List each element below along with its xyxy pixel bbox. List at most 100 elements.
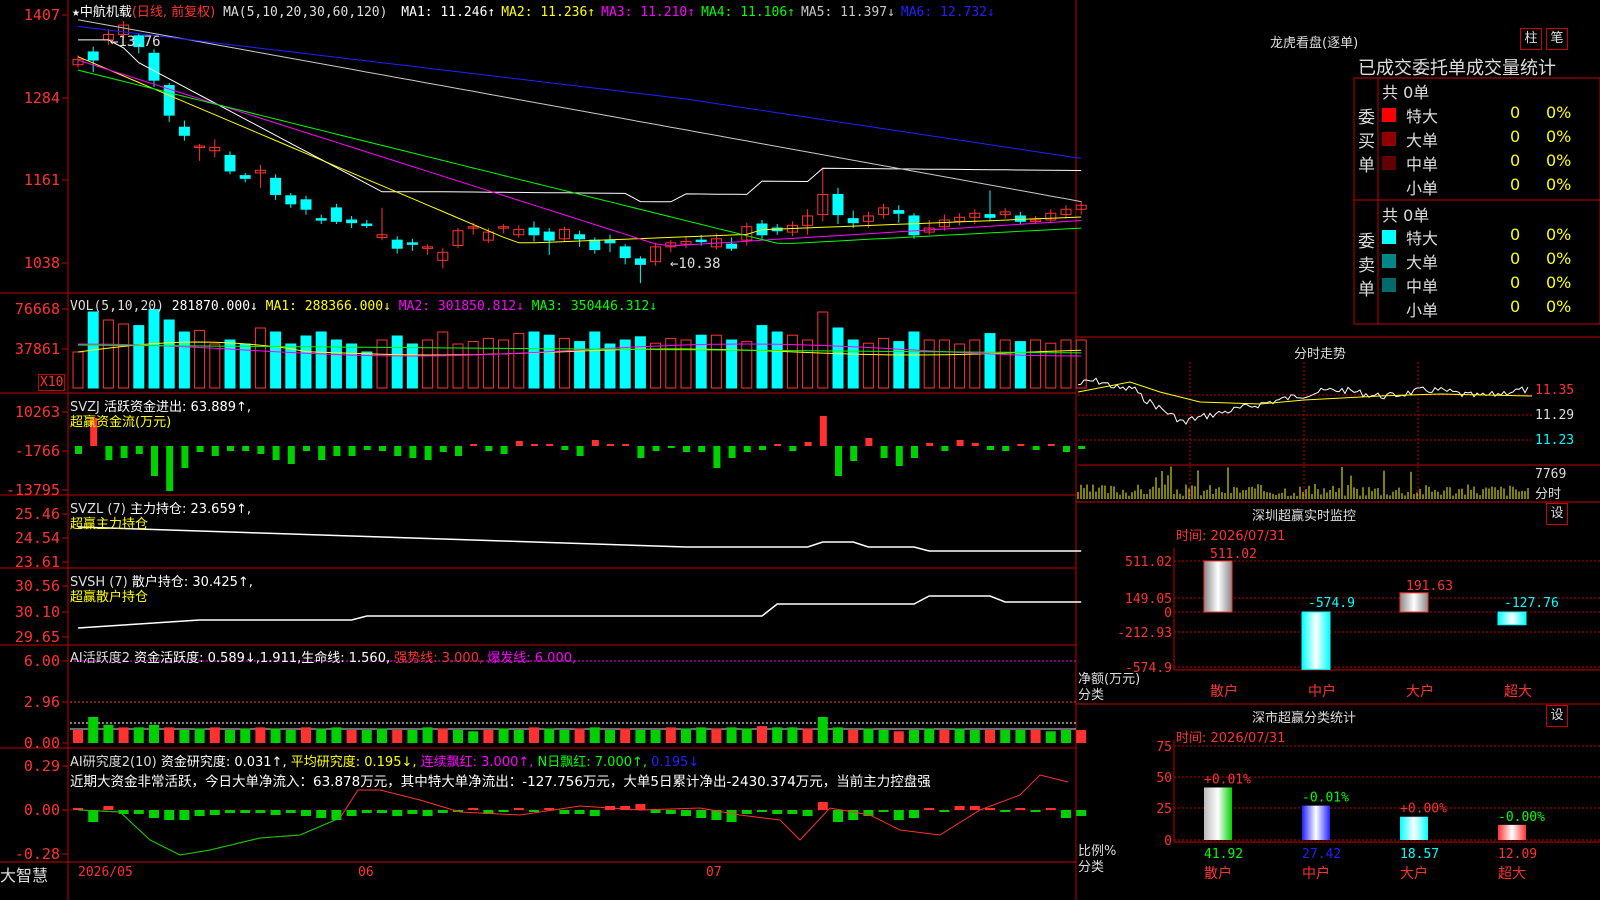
ma-value-3: MA3: 11.210↑ [601,5,696,20]
intraday-y-1: 11.29 [1535,408,1575,423]
ai1-bar [453,730,463,743]
ai1-bar [985,730,995,743]
stock-name[interactable]: 中航机载 [80,5,132,20]
ai1-bar [954,728,965,743]
ai2-bar [361,810,372,813]
svzj-bar [272,446,280,460]
svzj-bar [287,446,295,464]
vol-ma2: MA2: 301850.812↓ [398,299,524,314]
ai1-bar [1000,730,1011,743]
svzj-bar [591,440,599,446]
tick-mode-button[interactable]: 笔 [1546,28,1568,50]
ai2-bar [772,810,783,814]
ai2-summary: 近期大资金非常活跃，今日大单净流入：63.878万元，其中特大单净流出：-127… [70,774,931,790]
volume-bar [1030,339,1042,389]
order-percent: 0% [1546,297,1572,316]
candle-body [543,231,555,241]
volume-bar [315,331,327,389]
svzj-bar [181,446,189,468]
order-percent: 0% [1546,151,1572,170]
ai1-bar [969,730,980,743]
ai1-bar [240,728,251,743]
brand-logo[interactable]: 大智慧 [0,862,48,886]
svzj-bar [120,446,128,458]
svzj-bar [941,446,949,451]
ai1-bar [103,724,114,743]
ai2-bar [878,810,889,812]
candle-body [315,218,327,221]
monitor-value-label: -127.76 [1504,596,1559,611]
intraday-title[interactable]: 分时走势 [1294,343,1346,362]
candle-body [178,126,190,136]
ai2-bar [1076,810,1087,816]
monitor-bar [1497,611,1527,626]
legend-swatch [1382,108,1396,122]
monitor-settings-button[interactable]: 设 [1546,503,1568,525]
ai2-bar [422,810,433,816]
ai2-bar [407,810,418,814]
svzj-bar [865,438,873,446]
ai1-bar [255,727,266,743]
svzj-bar [394,446,402,456]
volume-bar [908,331,920,389]
volume-bar [72,351,84,389]
intraday-y-0: 11.35 [1535,383,1575,398]
ai1-bar [863,728,874,743]
ai1-bar [741,728,752,743]
svsh-line1: 散户持仓: 30.425↑, [131,575,253,590]
candle-body [726,243,738,249]
monitor-category-label: 散户 [1210,683,1238,700]
ai2-bar [88,810,99,822]
stats-value-label: 18.57 [1400,847,1439,862]
xaxis-label-2: 07 [706,865,722,880]
volume-bar [695,334,707,389]
volume-bar [938,339,950,389]
ma3-line [77,59,1082,247]
svzj-bar [622,444,630,446]
ai1-bar [498,728,509,743]
ai2-bar [255,810,266,813]
vol-ma1: MA1: 288366.000↓ [265,299,391,314]
svzl-y-label: 23.61 [15,553,60,571]
svzl-y-label: 24.54 [15,529,60,547]
svzj-bar [211,446,219,456]
ai1-bar [331,727,342,743]
vol-unit[interactable]: X10 [38,374,66,391]
svzj-bar [743,446,751,452]
volume-bar [817,311,829,389]
order-percent: 0% [1546,103,1572,122]
ai2-bar [1000,810,1011,812]
stats-y-label: 0 [1164,834,1172,849]
star-icon: ★ [72,5,80,20]
ai1-bar [696,727,707,743]
svzj-bar [1063,446,1070,452]
ai2-bar [133,810,144,814]
candle-body [528,227,540,236]
svzj-bar [683,446,690,452]
ai2-bar [650,810,661,813]
ai1-bar [1061,730,1071,743]
ai1-bar [589,727,600,743]
svzj-y-label: 10263 [15,403,60,421]
chart-mode[interactable]: (日线, 前复权) [132,5,215,20]
longhu-header: 龙虎看盘(逐单) [1270,36,1359,51]
stats-settings-button[interactable]: 设 [1546,705,1568,727]
ai2-bar [209,810,220,815]
candle-body [832,193,844,216]
ai2-bar [179,810,190,820]
volume-bar [498,339,510,389]
svzj-bar [835,446,842,476]
svzj-bar [819,416,827,446]
order-percent: 0% [1546,127,1572,146]
monitor-bar [1301,611,1331,670]
vol-title: VOL(5,10,20) [70,299,164,314]
orderbook-subtitle: 已成交委托单成交量统计 [1358,58,1556,79]
vol-y-label: 76668 [15,300,60,318]
svzj-y-label: -13795 [6,481,60,499]
ai2-bar [468,808,479,810]
bar-mode-button[interactable]: 柱 [1520,28,1542,50]
ai2-bar [741,810,752,814]
volume-bar [482,337,494,389]
volume-bar [528,331,540,389]
ma-values: MA1: 11.246↑ MA2: 11.236↑ MA3: 11.210↑ MA4:… [395,5,995,20]
